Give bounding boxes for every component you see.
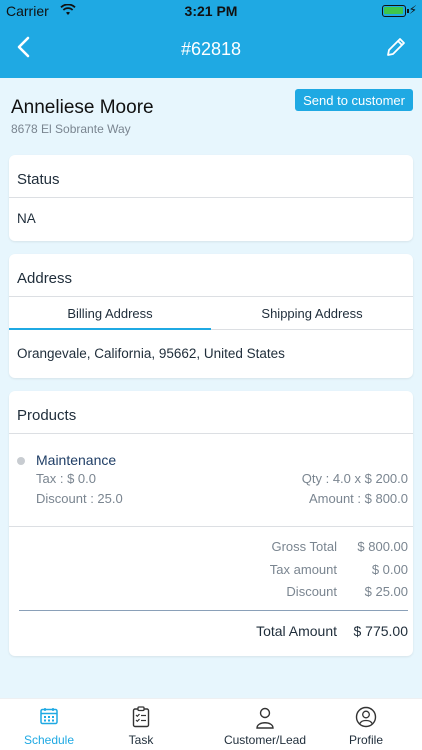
discount-label: Discount — [286, 584, 337, 599]
product-tax: Tax : $ 0.0 — [36, 471, 96, 486]
tab-billing-address[interactable]: Billing Address — [9, 306, 211, 321]
battery-icon — [382, 5, 409, 17]
tab-shipping-address[interactable]: Shipping Address — [211, 306, 413, 321]
total-amount-value: $ 775.00 — [353, 623, 409, 639]
tax-amount-value: $ 0.00 — [371, 562, 408, 577]
charging-icon: ⚡ — [408, 3, 417, 17]
list-item[interactable]: Maintenance Tax : $ 0.0 Qty : 4.0 x $ 20… — [9, 434, 413, 526]
page-title: #62818 — [180, 39, 242, 59]
nav-label: Profile — [348, 733, 383, 747]
calendar-icon — [40, 708, 58, 725]
status-card: Status NA — [9, 155, 413, 241]
send-to-customer-button[interactable]: Send to customer — [295, 89, 413, 111]
tax-amount-label: Tax amount — [269, 562, 337, 577]
nav-schedule[interactable]: Schedule — [0, 699, 98, 750]
products-card-title: Products — [9, 391, 413, 434]
address-card-title: Address — [9, 254, 413, 297]
product-amount: Amount : $ 800.0 — [308, 491, 408, 506]
product-name: Maintenance — [36, 452, 117, 468]
discount-value: $ 25.00 — [364, 584, 408, 599]
clock: 3:21 PM — [184, 3, 238, 19]
nav-customer-lead[interactable]: Customer/Lead — [210, 699, 320, 750]
totals-divider — [19, 610, 408, 611]
navigation-bar: #62818 — [0, 22, 422, 78]
address-value: Orangevale, California, 95662, United St… — [17, 346, 285, 361]
person-icon — [256, 707, 274, 729]
nav-label: Task — [128, 733, 154, 747]
total-amount-label: Total Amount — [256, 623, 337, 639]
address-card: Address Billing Address Shipping Address… — [9, 254, 413, 378]
status-bar: Carrier 3:21 PM ⚡ — [0, 0, 422, 22]
totals-section: Gross Total $ 800.00 Tax amount $ 0.00 D… — [9, 526, 413, 656]
product-qty: Qty : 4.0 x $ 200.0 — [301, 471, 408, 486]
top-bar: Carrier 3:21 PM ⚡ #62818 — [0, 0, 422, 78]
products-card: Products Maintenance Tax : $ 0.0 Qty : 4… — [9, 391, 413, 656]
bullet-icon — [17, 457, 25, 465]
status-value: NA — [17, 211, 36, 226]
pencil-icon — [387, 38, 405, 56]
nav-label: Customer/Lead — [223, 733, 307, 747]
edit-button[interactable] — [384, 35, 408, 59]
profile-icon — [355, 706, 377, 728]
clipboard-icon — [132, 706, 150, 728]
product-discount: Discount : 25.0 — [36, 491, 123, 506]
customer-name: Anneliese Moore — [11, 97, 154, 118]
customer-address: 8678 El Sobrante Way — [11, 122, 131, 136]
gross-total-label: Gross Total — [271, 539, 337, 554]
active-tab-indicator — [9, 328, 211, 330]
nav-profile[interactable]: Profile — [322, 699, 410, 750]
status-card-title: Status — [9, 155, 413, 198]
address-tabs: Billing Address Shipping Address — [9, 297, 413, 330]
nav-task[interactable]: Task — [98, 699, 184, 750]
nav-label: Schedule — [23, 733, 75, 747]
gross-total-value: $ 800.00 — [357, 539, 408, 554]
bottom-navigation: Schedule Task Customer/Lead Profile — [0, 698, 422, 750]
